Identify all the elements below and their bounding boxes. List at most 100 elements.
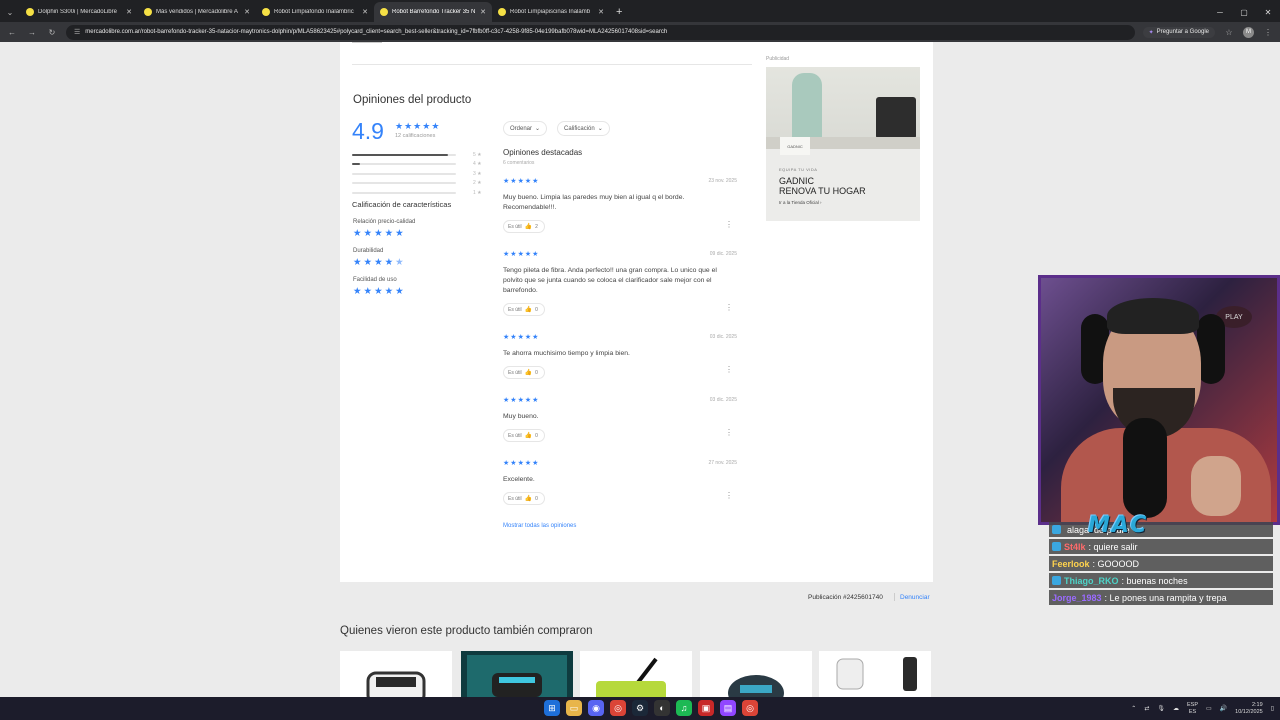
reload-icon[interactable]: ↻: [46, 28, 58, 37]
close-tab-icon[interactable]: ✕: [244, 8, 250, 16]
maximize-icon[interactable]: ▢: [1232, 2, 1256, 22]
volume-icon[interactable]: 🔊: [1220, 705, 1227, 712]
file-explorer-icon[interactable]: ▭: [566, 700, 582, 716]
review-stars: ★ ★ ★ ★ ★: [503, 460, 738, 467]
more-options-icon[interactable]: ⋮: [725, 491, 733, 500]
discord-icon[interactable]: ◉: [588, 700, 604, 716]
sparkle-icon: ✦: [1148, 29, 1154, 36]
clock[interactable]: 2:19 10/12/2025: [1235, 702, 1263, 716]
histogram-label: 2 ★: [473, 180, 482, 187]
address-bar[interactable]: ☰ mercadolibre.com.ar/robot-barrefondo-t…: [66, 24, 1135, 40]
chrome-icon[interactable]: ◎: [610, 700, 626, 716]
review-text: Excelente.: [503, 476, 535, 483]
sort-dropdown[interactable]: Ordenar ⌄: [503, 121, 548, 136]
twitch-icon[interactable]: ▤: [720, 700, 736, 716]
chevron-up-icon[interactable]: ⌃: [1131, 705, 1136, 712]
webcam-overlay: PLAY: [1038, 275, 1280, 525]
close-tab-icon[interactable]: ✕: [598, 8, 604, 16]
close-tab-icon[interactable]: ✕: [480, 8, 486, 16]
bookmark-star-icon[interactable]: ☆: [1223, 28, 1235, 37]
tab-4[interactable]: Robot Limpiapiscinas Inalámb ✕: [492, 2, 610, 22]
thumbs-up-icon: 👍: [524, 224, 533, 230]
back-icon[interactable]: ←: [6, 28, 18, 37]
ad-store-link[interactable]: Ir a la Tienda Oficial ›: [779, 200, 822, 205]
chrome-active-icon[interactable]: ◎: [742, 700, 758, 716]
more-options-icon[interactable]: ⋮: [725, 365, 733, 374]
onedrive-icon[interactable]: ☁: [1173, 705, 1179, 712]
star-icon: ★: [524, 397, 532, 404]
useful-button[interactable]: Es útil 👍 2: [503, 220, 545, 233]
star-icon: ★: [510, 460, 517, 467]
feature-stars: ★ ★ ★ ★ ★: [353, 258, 404, 268]
profile-avatar[interactable]: M: [1243, 26, 1254, 38]
star-icon: ★: [503, 397, 510, 404]
more-options-icon[interactable]: ⋮: [725, 303, 733, 312]
useful-label: Es útil: [508, 495, 522, 502]
star-icon: ★: [532, 334, 539, 341]
tab-2[interactable]: Robot Limpiafondo Inalámbric ✕: [256, 2, 374, 22]
useful-button[interactable]: Es útil 👍 0: [503, 429, 545, 442]
review-text: Te ahorra muchisimo tiempo y limpia bien…: [503, 350, 630, 357]
mercadolibre-favicon-icon: [498, 8, 506, 16]
star-icon: ★: [363, 257, 373, 268]
network-icon[interactable]: ⇄: [1144, 705, 1149, 712]
app-icon[interactable]: ▣: [698, 700, 714, 716]
language-indicator[interactable]: ESP ES: [1187, 702, 1198, 716]
streamer-logo: MAC: [1088, 513, 1149, 538]
histogram-bar: [352, 191, 456, 194]
useful-button[interactable]: Es útil 👍 0: [503, 366, 545, 379]
minimize-icon[interactable]: ─: [1208, 2, 1232, 22]
star-icon: ★: [395, 121, 404, 131]
site-info-icon[interactable]: ☰: [74, 28, 80, 36]
close-tab-icon[interactable]: ✕: [126, 8, 132, 16]
ask-google-button[interactable]: ✦ Preguntar a Google: [1142, 26, 1215, 38]
star-icon: ★: [384, 257, 394, 268]
new-tab-icon[interactable]: +: [610, 2, 628, 22]
featured-count: 6 comentarios: [503, 160, 535, 166]
star-icon: ★: [363, 228, 373, 239]
histogram-label: 5 ★: [473, 151, 482, 158]
more-options-icon[interactable]: ⋮: [725, 220, 733, 229]
system-tray: ⌃ ⇄ 🎙 ☁ ESP ES ▭ 🔊 2:19 10/12/2025 ▯: [1131, 697, 1274, 720]
mic-icon[interactable]: 🎙: [1157, 705, 1165, 712]
divider: [894, 593, 895, 601]
chat-text: : Le pones una rampita y trepa: [1104, 592, 1227, 603]
tab-0[interactable]: Dolphin S300i | MercadoLibre ✕: [20, 2, 138, 22]
average-stars: ★ ★ ★ ★ ★: [395, 122, 439, 131]
histogram-fill: [352, 153, 448, 156]
product-card[interactable]: [700, 651, 812, 697]
thumbs-up-icon: 👍: [524, 307, 533, 313]
tab-1[interactable]: Más vendidos | Mercadolibre A ✕: [138, 2, 256, 22]
show-all-reviews-link[interactable]: Mostrar todas las opiniones: [503, 523, 576, 529]
ad-banner[interactable]: GADNIC EQUIPA TU VIDA GADNIC RENOVA TU H…: [766, 67, 920, 221]
ratings-count: 12 calificaciones: [395, 133, 436, 139]
more-options-icon[interactable]: ⋮: [725, 428, 733, 437]
useful-button[interactable]: Es útil 👍 0: [503, 492, 545, 505]
rating-filter-dropdown[interactable]: Calificación ⌄: [557, 121, 610, 136]
star-icon: ★: [384, 228, 394, 239]
product-card[interactable]: [340, 651, 452, 697]
windows-start-icon[interactable]: ⊞: [544, 700, 560, 716]
notifications-icon[interactable]: ▯: [1271, 705, 1274, 712]
product-card[interactable]: [819, 651, 931, 697]
tab-search-icon[interactable]: ⌄: [0, 2, 20, 22]
tab-3-active[interactable]: Robot Barrefondo Tracker 35 N ✕: [374, 2, 492, 22]
review-stars: ★ ★ ★ ★ ★: [503, 178, 738, 185]
browser-menu-icon[interactable]: ⋮: [1262, 28, 1274, 37]
chevron-down-icon: ⌄: [597, 126, 603, 132]
report-link[interactable]: Denunciar: [900, 594, 930, 601]
review-text: Tengo pileta de fibra. Anda perfecto!! u…: [503, 267, 717, 294]
product-card[interactable]: [461, 651, 573, 697]
useful-button[interactable]: Es útil 👍 0: [503, 303, 545, 316]
review-date: 27 nov. 2025: [708, 460, 737, 466]
close-window-icon[interactable]: ✕: [1256, 2, 1280, 22]
product-card[interactable]: [580, 651, 692, 697]
spotify-icon[interactable]: ♫: [676, 700, 692, 716]
forward-icon[interactable]: →: [26, 28, 38, 37]
feature-label: Durabilidad: [353, 248, 384, 254]
star-icon: ★: [510, 334, 517, 341]
steam-icon[interactable]: ⚙: [632, 700, 648, 716]
close-tab-icon[interactable]: ✕: [362, 8, 368, 16]
obs-icon[interactable]: ◐: [654, 700, 670, 716]
display-icon[interactable]: ▭: [1206, 705, 1212, 712]
